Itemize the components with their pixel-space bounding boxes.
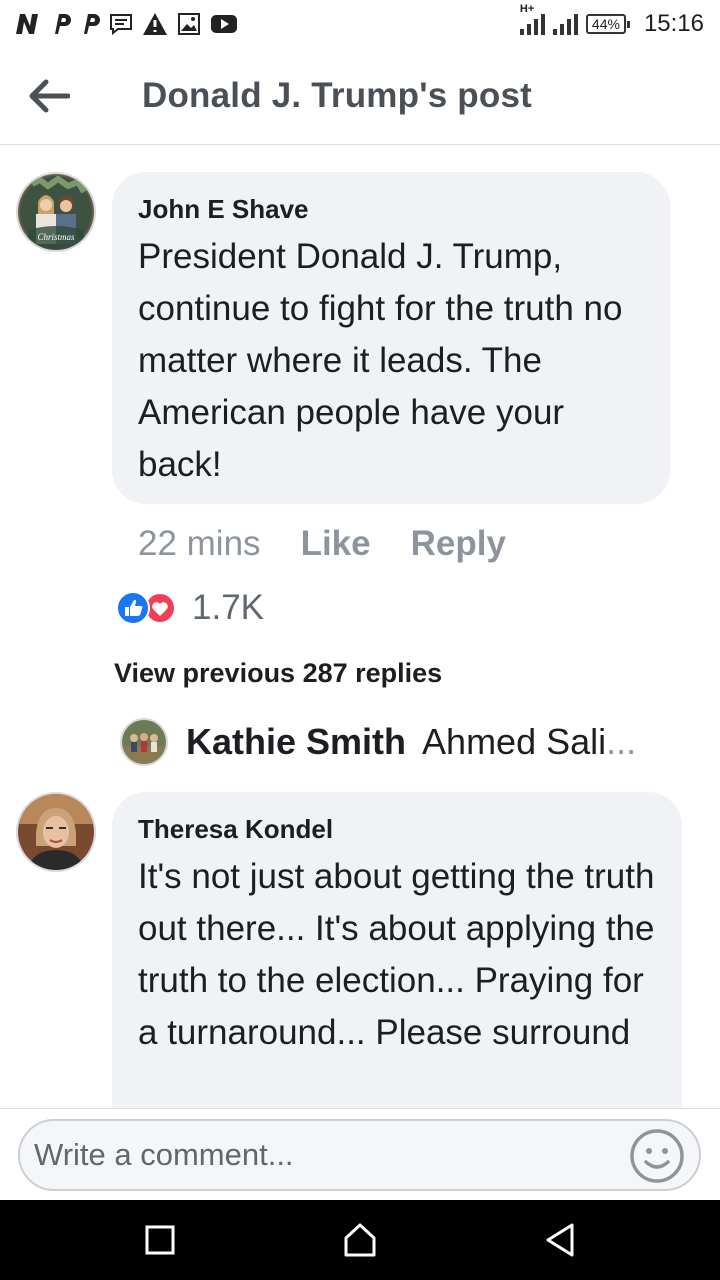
battery-indicator: 44% [585,14,630,34]
avatar-photo [122,720,166,764]
avatar-caption: Christmas [37,232,75,242]
avatar[interactable] [16,792,96,872]
status-bar: H+ 44% 15:16 [0,0,720,48]
reply-snippet: Ahmed Sali [422,721,607,762]
avatar-photo [18,794,94,870]
like-icon [116,591,150,625]
comment-bubble[interactable]: John E Shave President Donald J. Trump, … [112,172,670,504]
reply-ellipsis: ... [606,721,637,762]
arrow-left-icon[interactable] [26,76,70,116]
back-triangle-icon[interactable] [540,1220,580,1260]
recents-icon[interactable] [140,1220,180,1260]
reply-button[interactable]: Reply [411,524,506,564]
avatar [120,718,168,766]
signal-bars-icon [552,13,578,35]
youtube-icon [211,15,237,33]
clock: 15:16 [643,10,704,37]
message-icon [110,14,132,36]
home-icon[interactable] [340,1220,380,1260]
comment-input[interactable] [18,1119,701,1191]
signal-indicator: H+ [519,3,578,35]
network-type: H+ [519,3,535,15]
comment-author[interactable]: John E Shave [138,194,644,225]
signal-bars-icon [519,13,545,35]
comment-actions: 22 mins Like Reply [138,524,506,564]
notification-icons [14,12,238,36]
n-icon [16,14,38,34]
view-previous-replies-link[interactable]: View previous 287 replies [114,658,442,689]
page-title: Donald J. Trump's post [142,76,532,115]
reaction-count: 1.7K [192,588,264,627]
emoji-icon[interactable] [628,1127,686,1185]
comment-author[interactable]: Theresa Kondel [138,814,656,845]
comment-text: President Donald J. Trump, continue to f… [138,237,623,484]
app-header: Donald J. Trump's post [0,48,720,145]
reply-preview[interactable]: Kathie Smith Ahmed Sali... [120,718,636,766]
p-icon [55,14,71,34]
avatar-photo: Christmas [18,174,94,250]
reaction-icons [116,591,176,625]
system-nav-bar [0,1200,720,1280]
image-icon [178,13,200,35]
comment-time: 22 mins [138,524,261,563]
avatar[interactable]: Christmas [16,172,96,252]
p-icon [84,14,100,34]
reactions-summary[interactable]: 1.7K [116,588,264,628]
comment-bubble[interactable]: Theresa Kondel It's not just about getti… [112,792,682,1132]
comment-text: It's not just about getting the truth ou… [138,857,655,1052]
like-button[interactable]: Like [301,524,371,564]
reply-author[interactable]: Kathie Smith [186,721,406,763]
comment-composer [0,1108,720,1200]
warning-icon [143,13,167,35]
